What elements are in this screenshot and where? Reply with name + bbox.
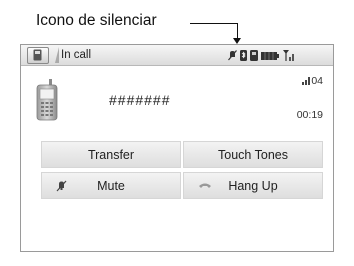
- call-signal-icon: [302, 77, 311, 86]
- caller-number: #######: [109, 92, 171, 108]
- call-timer: 00:19: [296, 109, 323, 121]
- screen-title: In call: [61, 49, 92, 61]
- touch-tones-button[interactable]: Touch Tones: [183, 141, 323, 168]
- phone-screen: In call 04 ####### 00:19 Transfer Touch …: [20, 44, 334, 252]
- hang-up-label: Hang Up: [228, 178, 278, 193]
- signal-icon: [283, 50, 294, 61]
- mute-icon: [56, 180, 67, 192]
- call-count: 04: [302, 75, 323, 87]
- callout-leader-line: [190, 23, 238, 24]
- header-bar: In call: [21, 45, 333, 66]
- hang-up-button[interactable]: Hang Up: [183, 172, 323, 199]
- transfer-label: Transfer: [87, 147, 135, 162]
- battery-icon: [261, 52, 279, 60]
- mute-label: Mute: [97, 178, 125, 193]
- tab-divider: [51, 47, 59, 63]
- mobile-phone-icon: [36, 79, 58, 121]
- phone-status-icon: [250, 50, 258, 61]
- hang-up-icon: [199, 183, 211, 188]
- status-icons: [228, 49, 296, 61]
- phone-tab-icon[interactable]: [27, 47, 49, 64]
- transfer-button[interactable]: Transfer: [41, 141, 181, 168]
- touch-tones-label: Touch Tones: [218, 147, 288, 162]
- mute-icon: [228, 50, 237, 61]
- callout-label: Icono de silenciar: [36, 12, 157, 29]
- bluetooth-icon: [240, 50, 247, 61]
- mute-button[interactable]: Mute: [41, 172, 181, 199]
- call-count-value: 04: [311, 75, 323, 87]
